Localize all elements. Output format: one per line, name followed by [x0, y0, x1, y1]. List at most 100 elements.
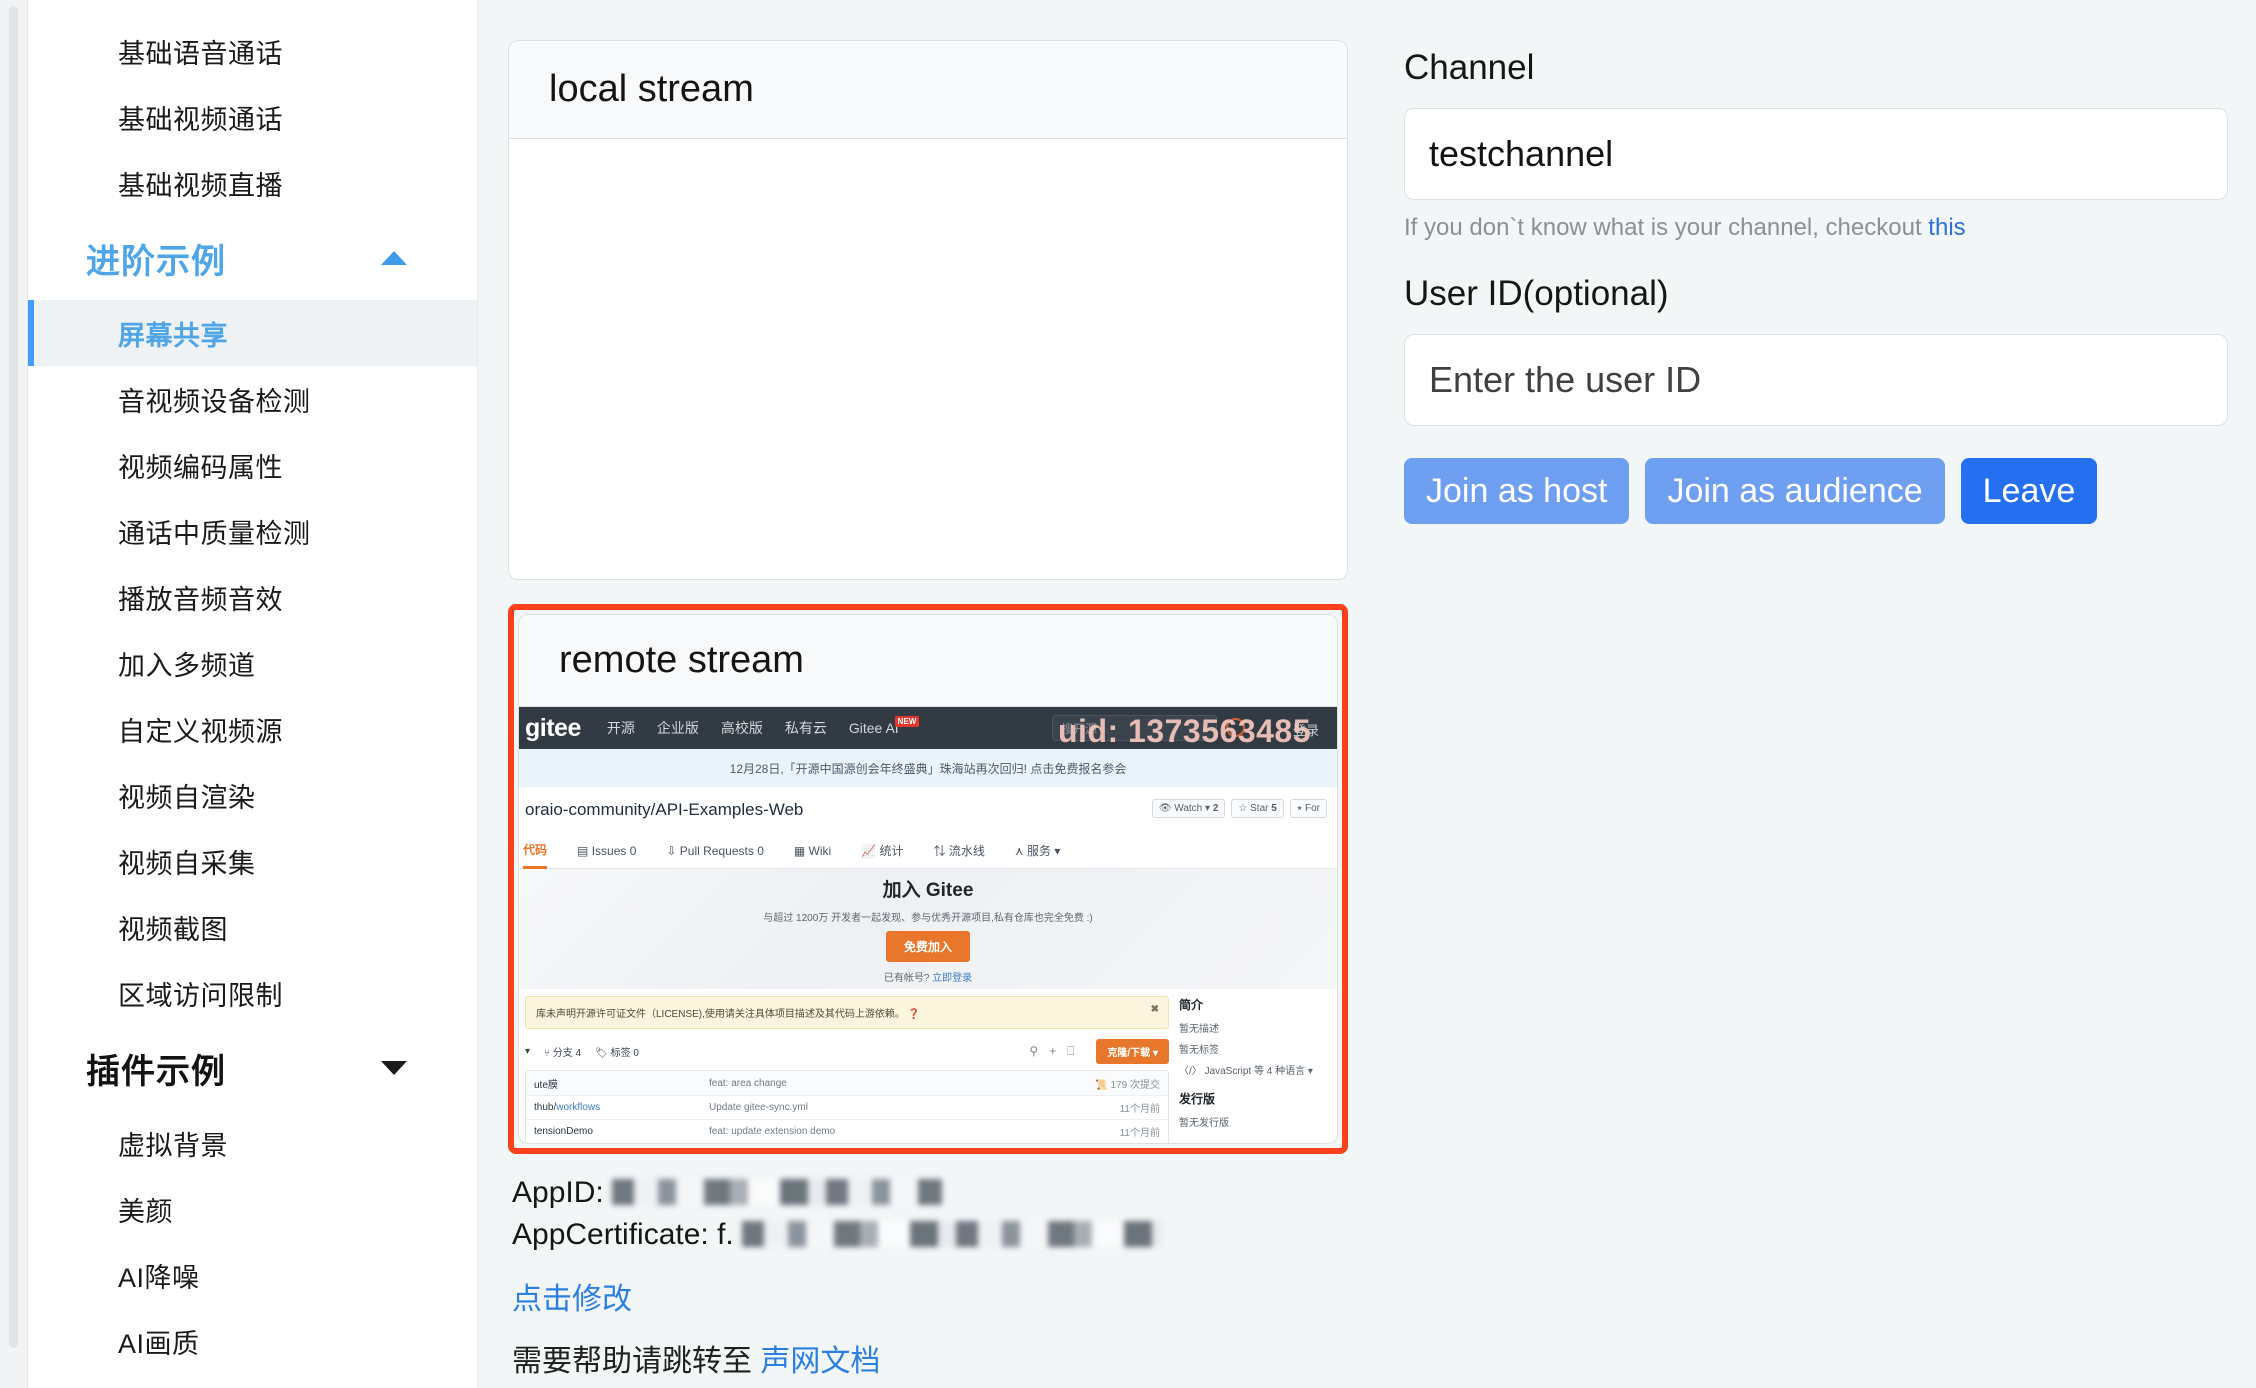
terminal-icon[interactable]: ⎕ [1067, 1044, 1074, 1059]
file-row[interactable]: tensionDemo feat: update extension demo … [526, 1119, 1168, 1143]
star-stat[interactable]: ☆ Star 5 [1231, 799, 1284, 818]
repo-stats: 👁 Watch ▾ 2 ☆ Star 5 ⭑ For [1151, 799, 1327, 818]
tab-pipeline[interactable]: ⇅ 流水线 [934, 842, 985, 859]
add-icon[interactable]: + [1049, 1044, 1056, 1059]
sidebar-item-ai-denoise[interactable]: AI降噪 [28, 1242, 477, 1308]
join-as-host-button[interactable]: Join as host [1404, 458, 1630, 524]
sidebar-item-label: 通话中质量检测 [118, 518, 311, 549]
sidebar-group-plugins[interactable]: 插件示例 [28, 1026, 477, 1110]
sidebar-item-video-snapshot[interactable]: 视频截图 [28, 894, 477, 960]
userid-label: User ID(optional) [1404, 274, 1669, 313]
hero-subtitle: 与超过 1200万 开发者一起发现、参与优秀开源项目,私有仓库也完全免费 :) [763, 912, 1093, 924]
sidebar: 基础语音通话 基础视频通话 基础视频直播 进阶示例 屏幕共享 音视频设备检测 视… [28, 0, 478, 1388]
sidebar-item-join-multiple-channel[interactable]: 加入多频道 [28, 630, 477, 696]
sidebar-item-video-encoder-config[interactable]: 视频编码属性 [28, 432, 477, 498]
tab-issues[interactable]: ▤ Issues 0 [577, 844, 636, 858]
tab-wiki[interactable]: ▦ Wiki [794, 844, 831, 858]
screencast-announcement[interactable]: 12月28日,「开源中国源创会年终盛典」珠海站再次回归! 点击免费报名参会 [519, 749, 1337, 787]
commit-count: 📜 179 次提交 [1095, 1079, 1160, 1091]
hero-login-line: 已有帐号? 立即登录 [884, 969, 972, 984]
fork-stat[interactable]: ⭑ For [1289, 799, 1327, 818]
file-time: 11个月前 [1119, 1104, 1160, 1115]
appcertificate-label: AppCertificate: f. [512, 1218, 734, 1251]
sidebar-item-basic-video-call[interactable]: 基础视频通话 [28, 84, 477, 150]
remote-stream-video-area[interactable]: gitee 开源 企业版 高校版 私有云 Gitee AINEW 搜开源 登录 … [519, 707, 1337, 1144]
tab-label: 统计 [879, 844, 904, 858]
file-row[interactable]: ripts feat: area change 11个月前 [526, 1143, 1168, 1144]
hero-login-link[interactable]: 立即登录 [932, 973, 972, 984]
sidebar-item-beauty[interactable]: 美颜 [28, 1176, 477, 1242]
file-commit-message: feat: update extension demo [709, 1126, 836, 1137]
sidebar-item-label: 视频截图 [118, 914, 228, 945]
appcertificate-line: AppCertificate: f. [512, 1218, 1348, 1260]
search-icon[interactable]: ⚲ [1029, 1044, 1038, 1059]
agora-docs-link[interactable]: 声网文档 [760, 1345, 880, 1378]
topnav-item[interactable]: 开源 [607, 718, 635, 738]
sidebar-item-area-restriction[interactable]: 区域访问限制 [28, 960, 477, 1026]
channel-input[interactable] [1404, 108, 2228, 200]
clone-download-button[interactable]: 克隆/下载 ▾ [1096, 1038, 1169, 1064]
sidebar-item-basic-voice-call[interactable]: 基础语音通话 [28, 18, 477, 84]
close-icon[interactable]: ✖ [1151, 1004, 1159, 1015]
sidebar-item-custom-video-capture[interactable]: 视频自采集 [28, 828, 477, 894]
sidebar-item-label: 播放音频音效 [118, 584, 283, 615]
channel-hint-link[interactable]: this [1928, 214, 1965, 241]
appid-value-redacted [611, 1179, 942, 1205]
topnav-item-gitee-ai[interactable]: Gitee AINEW [849, 716, 923, 736]
tag-count[interactable]: 🏷 标签 0 [595, 1044, 639, 1059]
sidebar-group-label: 进阶示例 [86, 242, 226, 281]
license-notice: 库未声明开源许可证文件（LICENSE),使用请关注具体项目描述及其代码上游依赖… [525, 996, 1169, 1029]
watch-stat[interactable]: 👁 Watch ▾ 2 [1151, 799, 1226, 818]
tab-code[interactable]: 代码 [523, 833, 548, 869]
join-as-audience-button[interactable]: Join as audience [1645, 458, 1945, 524]
help-line: 需要帮助请跳转至 声网文档 [512, 1336, 1348, 1380]
repo-tool-icons: ⚲ + ⎕ [1029, 1044, 1074, 1059]
file-time: 11个月前 [1119, 1128, 1160, 1139]
tag-count-label: 标签 0 [610, 1047, 639, 1059]
repo-name[interactable]: oraio-community/API-Examples-Web [525, 800, 803, 820]
tab-services[interactable]: ⋏ 服务 ▾ [1015, 842, 1061, 859]
streams-column: local stream remote stream gitee 开源 企业版 … [508, 40, 1348, 1388]
tab-pull-requests[interactable]: ⇩ Pull Requests 0 [666, 844, 763, 858]
sidebar-group-label: 插件示例 [86, 1052, 226, 1091]
modify-credentials-link[interactable]: 点击修改 [512, 1274, 1348, 1318]
topnav-item[interactable]: 高校版 [721, 718, 763, 738]
file-list: ute膜 feat: area change 📜 179 次提交 thub/wo… [525, 1070, 1169, 1144]
commit-author[interactable]: ute膜 [534, 1076, 709, 1091]
branch-count[interactable]: ⑂ 分支 4 [544, 1044, 581, 1059]
sidebar-item-custom-video-render[interactable]: 视频自渲染 [28, 762, 477, 828]
star-label: Star [1250, 803, 1269, 814]
branch-selector[interactable]: ▾ [525, 1046, 530, 1057]
page-scrollbar-gutter[interactable] [0, 0, 28, 1388]
intro-language[interactable]: 〈/〉 JavaScript 等 4 种语言 ▾ [1179, 1062, 1329, 1077]
sidebar-item-basic-live-streaming[interactable]: 基础视频直播 [28, 150, 477, 216]
topnav-item[interactable]: 企业版 [657, 718, 699, 738]
topnav-item[interactable]: 私有云 [785, 718, 827, 738]
file-row[interactable]: thub/workflows Update gitee-sync.yml 11个… [526, 1095, 1168, 1119]
remote-stream-title: remote stream [519, 615, 1337, 707]
sidebar-item-ai-quality[interactable]: AI画质 [28, 1308, 477, 1374]
sidebar-item-audio-effect[interactable]: 播放音频音效 [28, 564, 477, 630]
hero-join-button[interactable]: 免费加入 [885, 930, 970, 962]
sidebar-item-label: AI降噪 [118, 1262, 200, 1293]
sidebar-item-custom-video-source[interactable]: 自定义视频源 [28, 696, 477, 762]
sidebar-item-label: 屏幕共享 [118, 320, 228, 351]
tab-statistics[interactable]: 📈 统计 [861, 842, 903, 859]
help-circle-icon[interactable]: ❓ [908, 1009, 920, 1020]
scrollbar-thumb[interactable] [9, 6, 18, 1348]
tab-label: Wiki [808, 843, 832, 858]
sidebar-item-virtual-background[interactable]: 虚拟背景 [28, 1110, 477, 1176]
sidebar-item-screen-sharing[interactable]: 屏幕共享 [28, 300, 477, 366]
main-content: local stream remote stream gitee 开源 企业版 … [478, 0, 2256, 1388]
userid-input[interactable] [1404, 334, 2228, 426]
local-stream-video-area[interactable] [509, 139, 1347, 579]
branch-count-label: 分支 4 [552, 1047, 582, 1059]
sidebar-item-device-test[interactable]: 音视频设备检测 [28, 366, 477, 432]
sidebar-item-label: 基础语音通话 [118, 38, 283, 69]
sidebar-group-advanced[interactable]: 进阶示例 [28, 216, 477, 300]
leave-button[interactable]: Leave [1960, 458, 2098, 524]
join-buttons-row: Join as host Join as audience Leave [1404, 458, 2228, 524]
sidebar-item-call-quality-test[interactable]: 通话中质量检测 [28, 498, 477, 564]
remote-uid-overlay: uid: 1373563485 [1058, 713, 1311, 749]
join-form-column: Channel If you don`t know what is your c… [1404, 40, 2228, 1388]
